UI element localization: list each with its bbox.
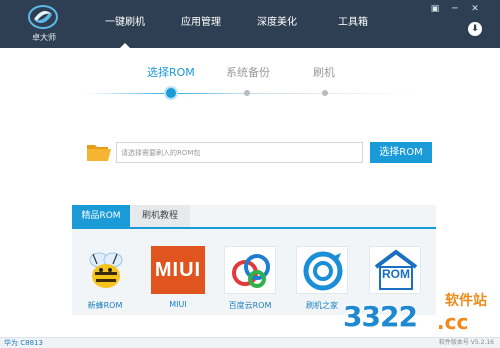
baidu-cloud-icon: [224, 246, 276, 294]
watermark-cn: 软件站: [445, 293, 487, 309]
rom-house-text: ROM: [382, 267, 410, 281]
rom-card-baidu[interactable]: 百度云ROM: [220, 246, 280, 311]
rom-card-label: 新蜂ROM: [87, 301, 123, 310]
watermark-number: 3322: [343, 300, 418, 333]
select-rom-button[interactable]: 选择ROM: [370, 142, 432, 163]
step-select-rom: 选择ROM: [147, 66, 195, 79]
logo-icon: [28, 5, 58, 29]
app-logo: 卓大师: [22, 4, 66, 44]
step-progress-line: [88, 93, 418, 94]
tab-toolbox[interactable]: 工具箱: [320, 0, 386, 48]
minimize-icon[interactable]: ─: [448, 3, 462, 15]
step-flash: 刷机: [313, 66, 335, 79]
tab-flash-tutorial[interactable]: 刷机教程: [130, 205, 190, 227]
close-icon[interactable]: ✕: [468, 3, 482, 15]
rom-card-label: 百度云ROM: [228, 301, 272, 310]
menu-icon[interactable]: ▣: [428, 3, 442, 15]
rom-card-miui[interactable]: MIUI MIUI: [148, 246, 208, 309]
step-system-backup: 系统备份: [226, 66, 270, 79]
watermark: 3322 软件站 .cc: [335, 288, 500, 338]
step-dot: [322, 90, 328, 96]
rom-path-input[interactable]: [116, 142, 363, 163]
tab-deep-beautify[interactable]: 深度美化: [244, 0, 310, 48]
bee-icon: [79, 246, 131, 294]
watermark-cc: .cc: [437, 310, 469, 334]
title-bar: 卓大师 一键刷机 应用管理 深度美化 工具箱 ▣ ─ ✕ ⬇: [0, 0, 500, 48]
tab-app-manager[interactable]: 应用管理: [168, 0, 234, 48]
rom-card-label: MIUI: [169, 300, 187, 309]
tab-featured-rom[interactable]: 精品ROM: [72, 205, 130, 227]
tab-underline: [72, 227, 436, 229]
rom-card-xinfeng[interactable]: 新蜂ROM: [75, 246, 135, 311]
miui-icon: MIUI: [151, 246, 205, 294]
step-dot: [244, 90, 250, 96]
rom-house-icon: ROM: [369, 246, 421, 294]
miui-logo-text: MIUI: [154, 259, 202, 281]
folder-icon[interactable]: [86, 142, 112, 162]
status-bar: 华为 C8813 软件版本号 V5.2.16: [0, 337, 500, 348]
logo-text: 卓大师: [32, 33, 56, 42]
download-icon[interactable]: ⬇: [468, 22, 482, 36]
tab-one-click-flash[interactable]: 一键刷机: [92, 0, 158, 48]
software-version: 软件版本号 V5.2.16: [438, 339, 494, 346]
device-name[interactable]: 华为 C8813: [4, 338, 43, 348]
step-dot-active: [166, 88, 176, 98]
flash-home-icon: [296, 246, 348, 294]
